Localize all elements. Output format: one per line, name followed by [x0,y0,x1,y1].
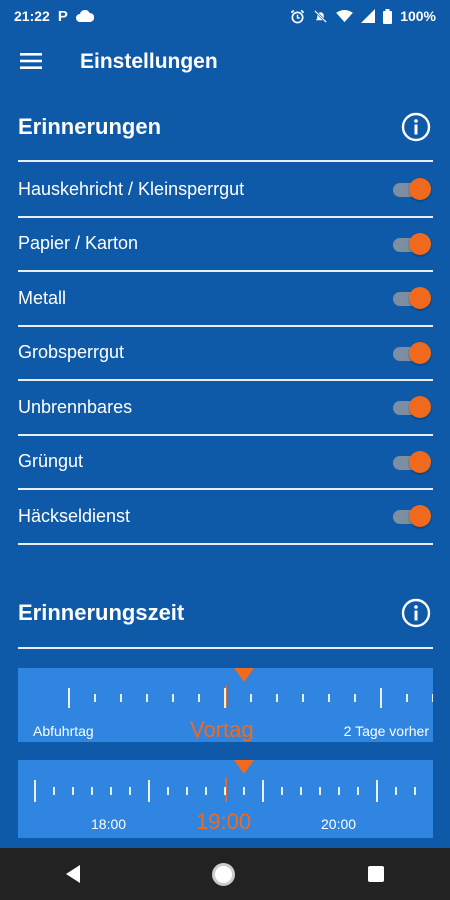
back-icon[interactable] [66,865,81,883]
alarm-icon [290,9,305,23]
reminder-time-info-icon[interactable] [401,598,431,628]
section-divider [18,647,433,649]
mute-icon [314,9,328,23]
slider-tick [262,780,264,802]
slider-tick [129,787,131,795]
slider-tick [319,787,321,795]
slider-tick [34,780,36,802]
slider-right-label: 2 Tage vorher [343,723,429,739]
day-slider[interactable]: Abfuhrtag Vortag 2 Tage vorher [18,668,433,742]
status-time: 21:22 [14,8,50,24]
list-item: Grobsperrgut [18,327,433,381]
reminder-toggle[interactable] [391,504,431,528]
slider-tick [146,694,148,702]
reminder-time-title: Erinnerungszeit [18,600,185,625]
slider-left-label: 18:00 [91,816,127,832]
home-icon[interactable] [212,862,236,886]
reminders-title: Erinnerungen [18,114,162,139]
reminder-list: Hauskehricht / Kleinsperrgut Papier / Ka… [18,163,433,545]
slider-tick [72,787,74,795]
reminders-info-icon[interactable] [401,112,431,142]
slider-tick [91,787,93,795]
slider-left-label: Abfuhrtag [33,723,94,739]
slider-tick [224,688,226,708]
slider-tick [120,694,122,702]
reminder-toggle[interactable] [391,286,431,310]
slider-tick [406,694,408,702]
slider-tick [250,694,252,702]
slider-tick [224,787,226,795]
reminder-toggle[interactable] [391,341,431,365]
slider-tick [354,694,356,702]
slider-tick [148,780,150,802]
slider-tick [414,787,416,795]
list-item: Metall [18,272,433,327]
slider-right-label: 20:00 [321,816,357,832]
slider-tick [110,787,112,795]
list-item-label: Hauskehricht / Kleinsperrgut [18,178,245,199]
list-item: Papier / Karton [18,218,433,272]
status-bar: 21:22 P 100% [0,0,450,32]
slider-tick [205,787,207,795]
list-item-label: Häckseldienst [18,505,131,526]
list-item: Grüngut [18,436,433,490]
app-bar: Einstellungen [0,32,450,94]
recent-apps-icon[interactable] [367,866,384,882]
slider-tick [172,694,174,702]
slider-tick [243,787,245,795]
list-item: Häckseldienst [18,490,433,545]
slider-tick [357,787,359,795]
slider-tick [68,688,70,708]
time-slider[interactable]: 18:00 19:00 20:00 [18,760,433,838]
slider-tick [302,694,304,702]
slider-tick [300,787,302,795]
cloud-icon [75,10,94,22]
battery-icon [383,8,393,24]
slider-tick [395,787,397,795]
slider-pointer [234,760,254,774]
slider-tick [328,694,330,702]
slider-tick [281,787,283,795]
wifi-icon [336,9,354,22]
slider-tick [432,694,433,702]
slider-selected-value: 19:00 [196,809,252,834]
list-item-label: Metall [18,287,67,308]
signal-icon [361,9,376,23]
slider-tick [53,787,55,795]
list-item: Hauskehricht / Kleinsperrgut [18,163,433,218]
slider-tick [186,787,188,795]
list-item: Unbrennbares [18,381,433,436]
slider-tick [94,694,96,702]
list-item-label: Grobsperrgut [18,342,125,363]
list-item-label: Papier / Karton [18,233,139,254]
list-item-label: Grüngut [18,451,84,472]
slider-tick [376,780,378,802]
reminder-toggle[interactable] [391,450,431,474]
section-divider [18,160,433,162]
slider-pointer [234,668,254,682]
slider-tick [198,694,200,702]
slider-tick [167,787,169,795]
parking-icon: P [57,7,68,25]
slider-tick [380,688,382,708]
navigation-bar [0,848,450,900]
reminder-toggle[interactable] [391,395,431,419]
reminder-toggle[interactable] [391,232,431,256]
slider-selected-value: Vortag [190,717,254,742]
list-item-label: Unbrennbares [18,396,133,417]
page-title: Einstellungen [80,50,218,73]
reminder-toggle[interactable] [391,177,431,201]
menu-icon[interactable] [20,52,42,70]
slider-tick [276,694,278,702]
slider-tick [338,787,340,795]
battery-percent: 100% [400,8,436,24]
